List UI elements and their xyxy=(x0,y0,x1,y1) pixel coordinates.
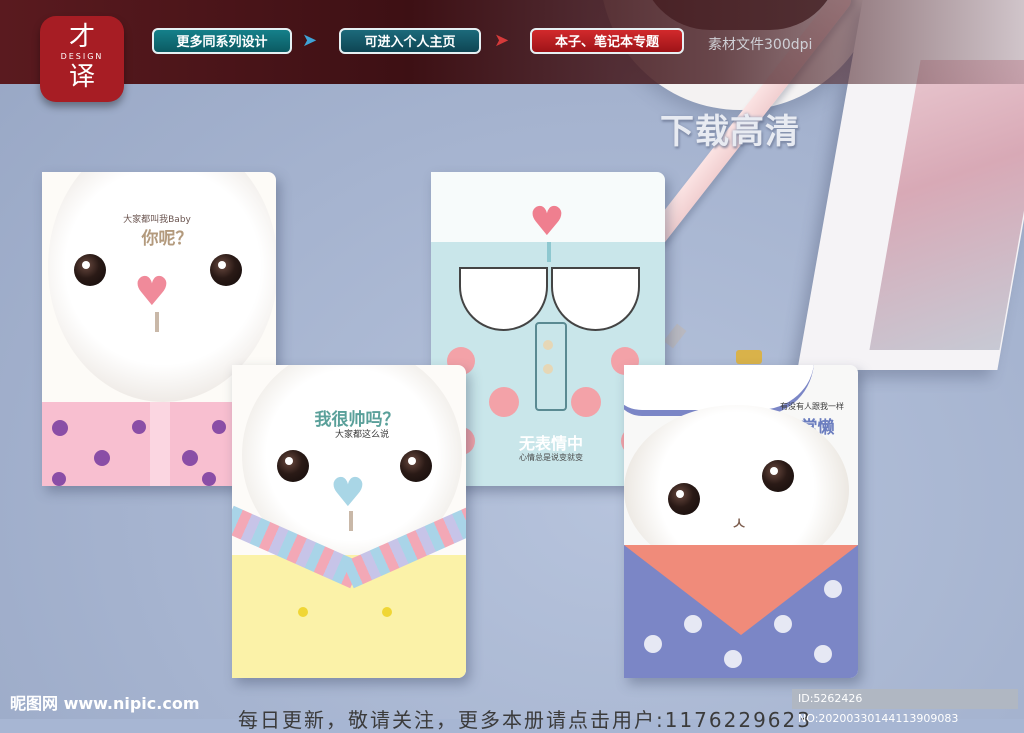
notebook-yellow-plaid: 我很帅吗？ 大家都这么说 ♥ xyxy=(232,365,466,678)
mouth-icon: ㅅ xyxy=(730,514,748,535)
logo-char-top: 才 xyxy=(68,22,95,52)
arrow-right-icon: ➤ xyxy=(302,30,318,51)
logo-char-bottom: 译 xyxy=(68,62,95,92)
right-eye xyxy=(400,450,432,482)
nose-stem xyxy=(155,312,159,332)
button xyxy=(543,340,553,350)
arrow-right-icon: ➤ xyxy=(494,30,510,51)
left-eye xyxy=(668,483,700,515)
notebook-topic-button[interactable]: 本子、笔记本专题 xyxy=(530,28,684,54)
button xyxy=(543,364,553,374)
personal-homepage-button[interactable]: 可进入个人主页 xyxy=(339,28,481,54)
button xyxy=(298,607,308,617)
nose-stem xyxy=(349,511,353,531)
logo-design-text: DESIGN xyxy=(60,52,104,61)
cover-big-text: 无表情中 xyxy=(518,434,583,453)
nose-stem xyxy=(547,242,551,262)
heart-nose-icon: ♥ xyxy=(134,269,170,315)
shirt-placket xyxy=(150,402,170,486)
more-series-button[interactable]: 更多同系列设计 xyxy=(152,28,292,54)
left-eye xyxy=(74,254,106,286)
designer-logo[interactable]: 才 DESIGN 译 xyxy=(40,16,124,102)
heart-nose-icon: ♥ xyxy=(330,470,366,516)
resolution-label: 素材文件300dpi xyxy=(708,37,813,53)
cover-small-text: 大家都这么说 xyxy=(334,430,389,440)
coral-scarf xyxy=(624,545,858,635)
clip-photo xyxy=(736,350,762,364)
cover-big-text: 你呢？ xyxy=(141,229,193,249)
right-eye xyxy=(210,254,242,286)
image-id-label: ID:5262426 NO:20200330144113909083 xyxy=(792,689,1018,725)
nipic-watermark: 昵图网 www.nipic.com xyxy=(10,694,200,713)
download-hd-label[interactable]: 下载高清 xyxy=(660,104,800,153)
notebook-sailor: 有没有人跟我一样 非常懒 ㅅ xyxy=(624,365,858,678)
heart-nose-icon: ♥ xyxy=(529,199,565,245)
right-eye xyxy=(762,460,794,492)
button xyxy=(382,607,392,617)
cover-small-text: 心情总是说变就变 xyxy=(519,453,583,462)
left-eye xyxy=(277,450,309,482)
